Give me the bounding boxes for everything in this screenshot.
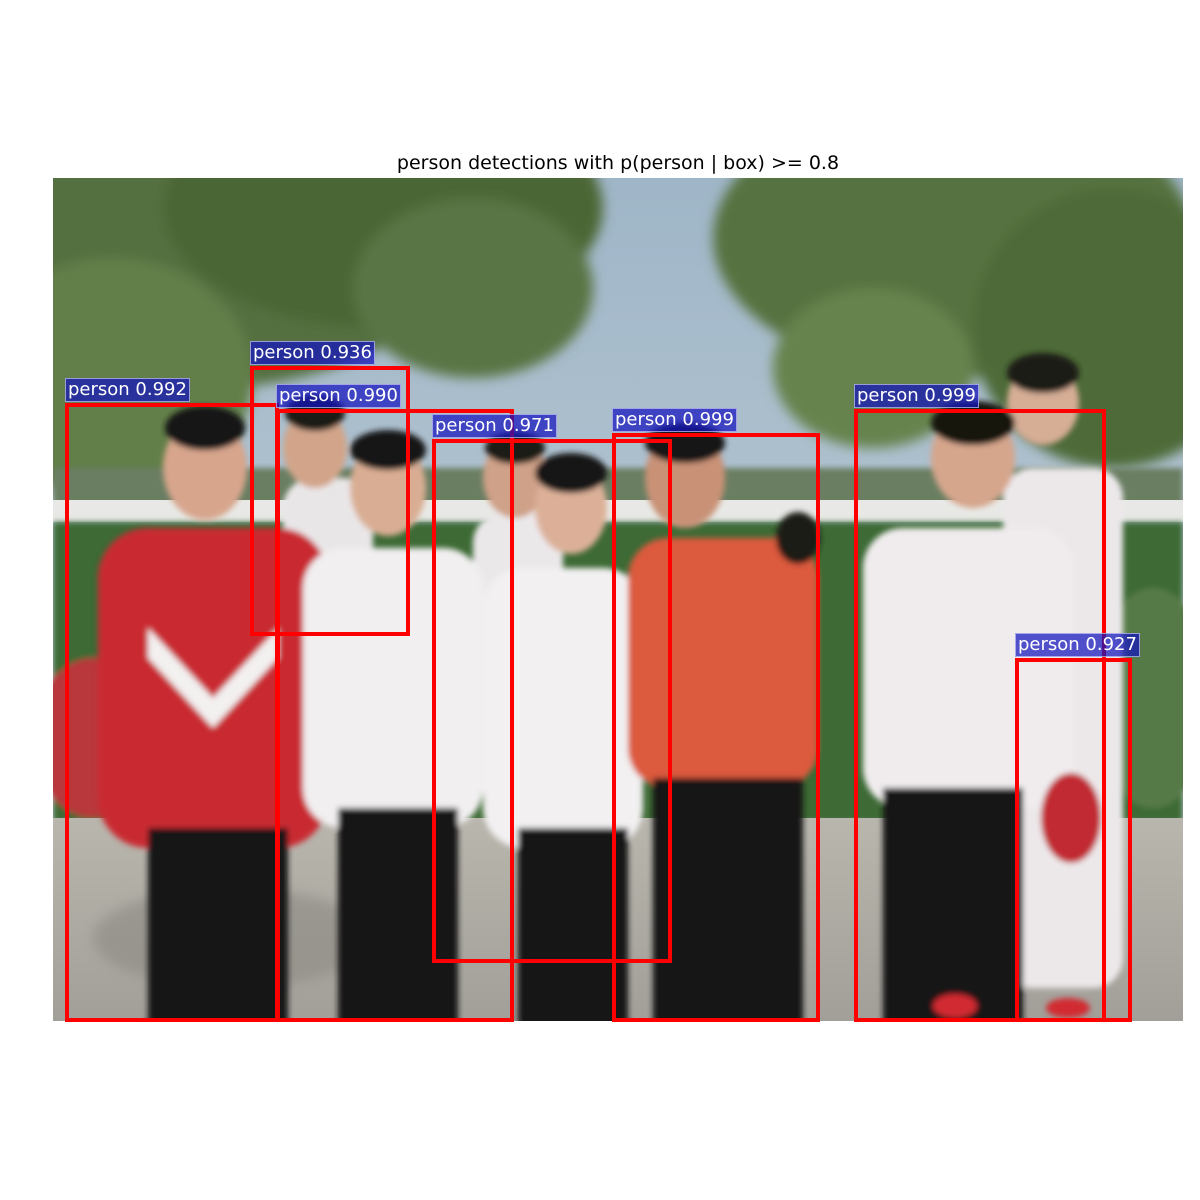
detection-label: person 0.999 — [854, 384, 979, 408]
figure-title: person detections with p(person | box) >… — [396, 152, 840, 174]
detection-box — [65, 403, 279, 1022]
detection-label: person 0.990 — [276, 384, 401, 408]
detection-label: person 0.927 — [1015, 633, 1140, 657]
detection-label: person 0.992 — [65, 378, 190, 402]
detection-label: person 0.936 — [250, 341, 375, 365]
detection-label: person 0.971 — [432, 414, 557, 438]
detection-box — [1015, 658, 1132, 1022]
detection-box — [612, 433, 820, 1022]
figure: person detections with p(person | box) >… — [0, 0, 1200, 1200]
detection-label: person 0.999 — [612, 408, 737, 432]
